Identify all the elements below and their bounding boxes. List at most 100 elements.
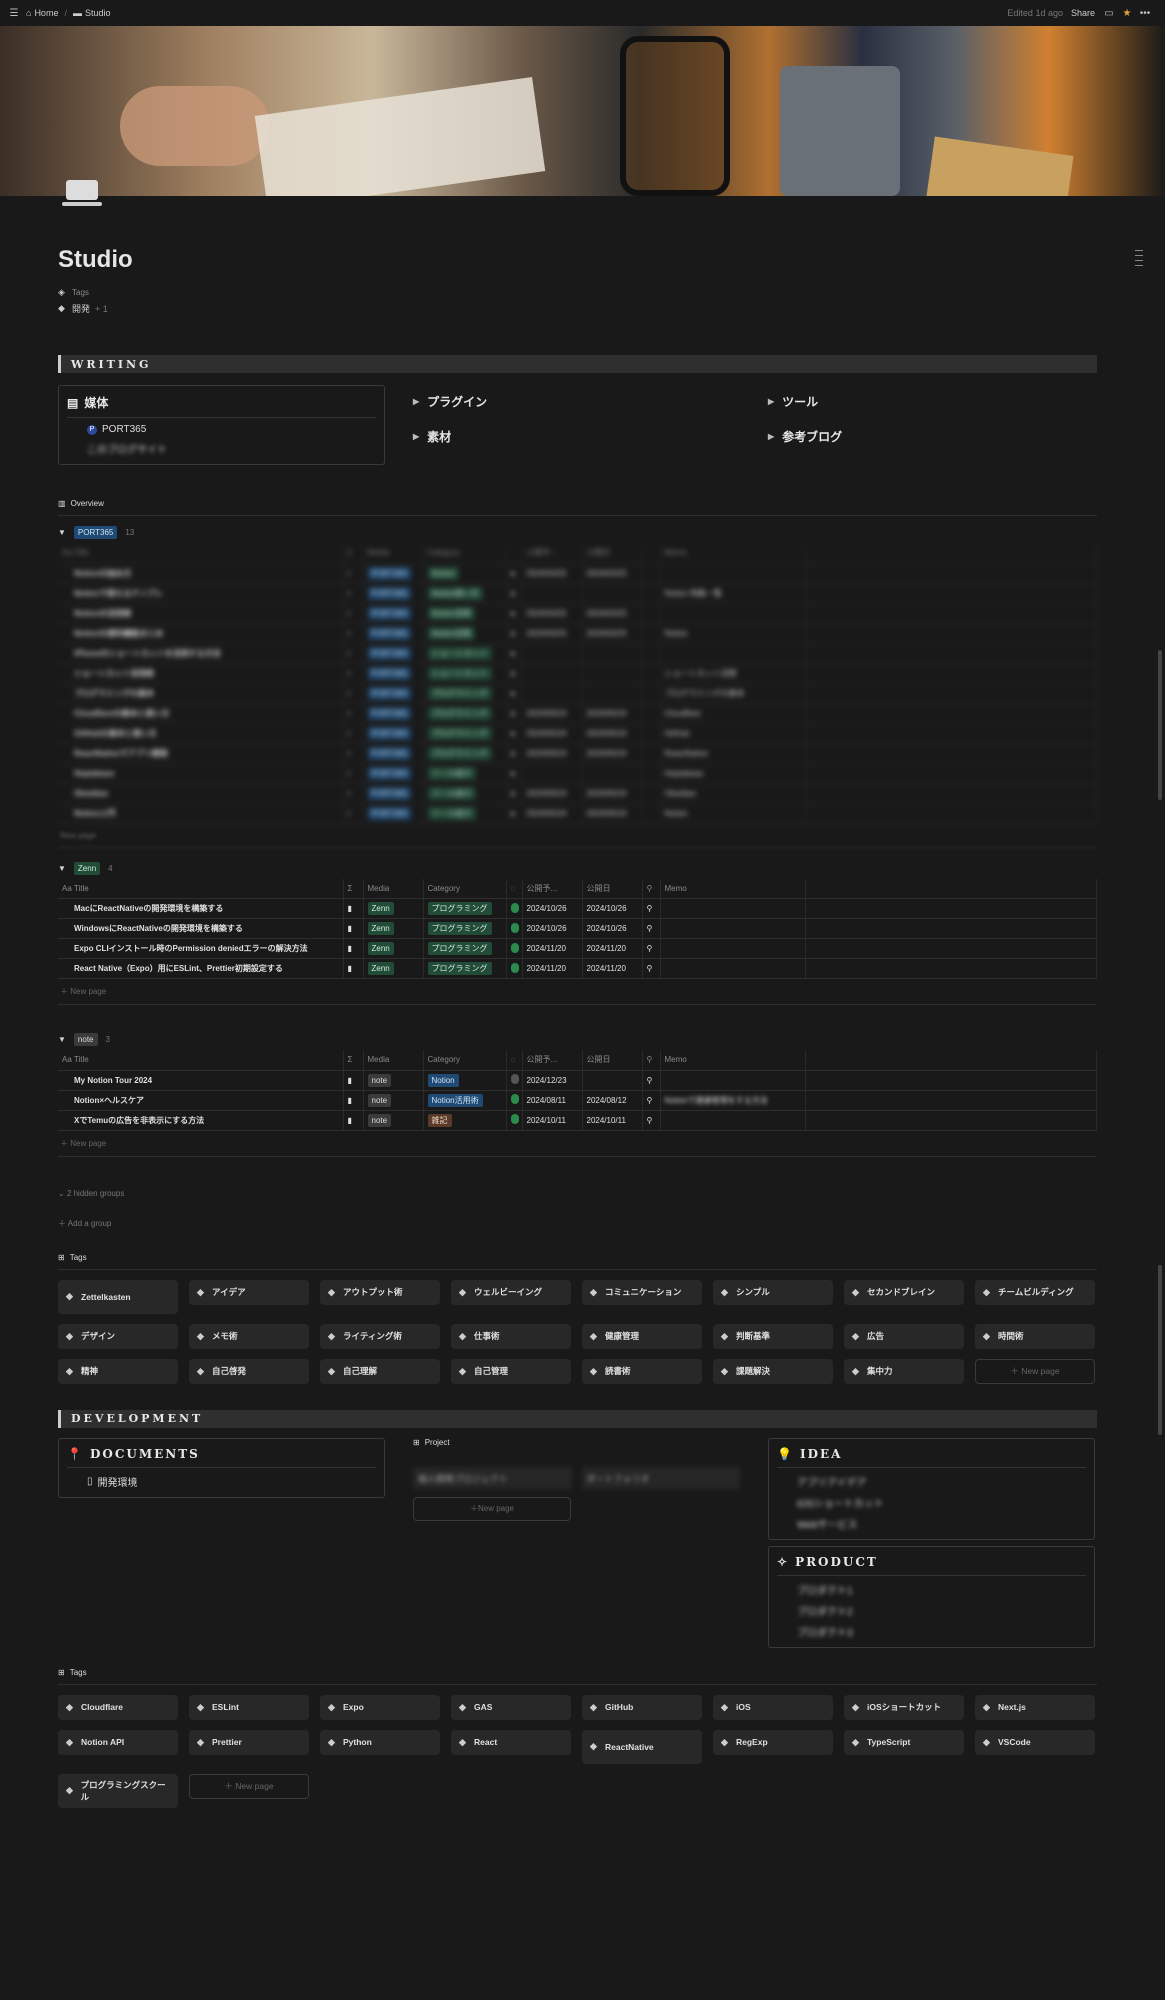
table-row[interactable]: GitHubの基本と使い方 ▪ PORT365 プログラミング ● 2024/05/24 2… [58, 723, 1097, 744]
table-row[interactable]: iPhoneのショートカットを活用する方法 ▪ PORT365 ショートカット ● [58, 643, 1097, 664]
product-link[interactable]: プロダクト1 [797, 1582, 1086, 1597]
table-row[interactable]: My Notion Tour 2024 ▮ note Notion 2024/12/23… [58, 1070, 1097, 1091]
media-link[interactable]: このブログサイト [87, 441, 376, 456]
tag-card[interactable]: ◆ iOSショートカット [844, 1694, 964, 1720]
row-title[interactable]: WindowsにReactNativeの開発環境を構築する [58, 918, 344, 939]
tag-card[interactable]: ◆ Prettier [189, 1729, 309, 1755]
tags-view-tab[interactable]: ⊞ Tags [58, 1253, 1097, 1270]
toggle-tools[interactable]: ▶ ツール [768, 393, 1095, 410]
toggle-plugin[interactable]: ▶ プラグイン [413, 393, 740, 410]
tag-card[interactable]: ◆ 自己啓発 [189, 1358, 309, 1384]
column-link[interactable]: ⚲ [642, 878, 661, 899]
column-memo[interactable]: Memo [660, 1050, 806, 1071]
column-category[interactable]: Category [423, 878, 507, 899]
tag-card[interactable]: ◆ GitHub [582, 1694, 702, 1720]
tag-card[interactable]: ◆ Python [320, 1729, 440, 1755]
column-media[interactable]: Media [363, 1050, 424, 1071]
link-icon[interactable]: ⚲ [642, 898, 661, 919]
tag-card[interactable]: ◆ デザイン [58, 1323, 178, 1349]
table-row[interactable]: ReactNativeでアプリ開発 ▪ PORT365 プログラミング ● 2024/05… [58, 743, 1097, 764]
tag-card[interactable]: ◆ ライティング術 [320, 1323, 440, 1349]
column-scheduled[interactable]: 公開予... [522, 1050, 583, 1071]
media-link[interactable]: P PORT365 [87, 424, 376, 435]
tag-card[interactable]: ◆ 判断基準 [713, 1323, 833, 1349]
new-page-button[interactable]: New page [58, 824, 1096, 848]
hidden-groups-toggle[interactable]: ⌄ 2 hidden groups [58, 1189, 1097, 1198]
table-row[interactable]: Heptabase ▪ PORT365 ツール紹介 ● Heptabase [58, 763, 1097, 784]
more-icon[interactable]: ••• [1139, 7, 1151, 19]
breadcrumb-page[interactable]: ▬ Studio [73, 8, 111, 18]
group-header-port365[interactable]: ▼ PORT365 13 [58, 526, 1097, 539]
tag-card[interactable]: ◆ iOS [713, 1694, 833, 1720]
table-row[interactable]: WindowsにReactNativeの開発環境を構築する ▮ Zenn プログラミン… [58, 918, 1097, 939]
column-media[interactable]: Media [363, 878, 424, 899]
product-link[interactable]: プロダクト3 [797, 1624, 1086, 1639]
table-row[interactable]: Notion×ヘルスケア ▮ note Notion活用術 2024/08/11 2024… [58, 1090, 1097, 1111]
idea-link[interactable]: Webサービス [797, 1516, 1086, 1531]
link-icon[interactable]: ⚲ [642, 918, 661, 939]
group-header-zenn[interactable]: ▼ Zenn 4 [58, 861, 1097, 875]
idea-link[interactable]: アプリアイデア [797, 1474, 1086, 1489]
link-icon[interactable]: ⚲ [642, 958, 661, 979]
row-title[interactable]: Expo CLIインストール時のPermission deniedエラーの解決方… [58, 938, 344, 959]
tag-card[interactable]: ◆ 課題解決 [713, 1358, 833, 1384]
tag-card[interactable]: ◆ 時間術 [975, 1323, 1095, 1349]
add-group-button[interactable]: ＋ Add a group [58, 1218, 1097, 1229]
link-icon[interactable]: ⚲ [642, 1090, 661, 1111]
table-row[interactable]: Notionの始め方 ▪ PORT365 Notion ● 2024/03/25 2024/… [58, 563, 1097, 584]
comment-icon[interactable]: ▭ [1103, 7, 1115, 19]
table-row[interactable]: Expo CLIインストール時のPermission deniedエラーの解決方… [58, 938, 1097, 959]
menu-icon[interactable]: ☰ [8, 7, 20, 19]
column-memo[interactable]: Memo [660, 878, 806, 899]
table-row[interactable]: Notionの活用術 ▪ PORT365 Notion活用 ● 2024/03/25 202… [58, 603, 1097, 624]
table-row[interactable]: React Native（Expo）用にESLint、Prettier初期設定す… [58, 958, 1097, 979]
tag-card[interactable]: ◆ Next.js [975, 1694, 1095, 1720]
tag-card[interactable]: ◆ 健康管理 [582, 1323, 702, 1349]
tag-card[interactable]: ◆ 仕事術 [451, 1323, 571, 1349]
link-icon[interactable]: ⚲ [642, 1070, 661, 1091]
tag-card[interactable]: ◆ コミュニケーション [582, 1279, 702, 1305]
toggle-material[interactable]: ▶ 素材 [413, 428, 740, 445]
tag-card[interactable]: ◆ チームビルディング [975, 1279, 1095, 1305]
project-card[interactable]: ポートフォリオ [581, 1466, 740, 1489]
group-header-note[interactable]: ▼ note 3 [58, 1033, 1097, 1046]
tag-card[interactable]: ◆ ReactNative [582, 1729, 702, 1764]
tag-card[interactable]: ◆ 集中力 [844, 1358, 964, 1384]
column-category[interactable]: Category [423, 1050, 507, 1071]
column-formula[interactable]: Σ [343, 1050, 364, 1071]
table-row[interactable]: プログラミングの基本 ▪ PORT365 プログラミング ● プログラミングの基本 [58, 683, 1097, 704]
row-title[interactable]: React Native（Expo）用にESLint、Prettier初期設定す… [58, 958, 344, 979]
tag-card[interactable]: ◆ セカンドブレイン [844, 1279, 964, 1305]
tag-card[interactable]: ◆ RegExp [713, 1729, 833, 1755]
project-card[interactable]: 個人開発プロジェクト [413, 1466, 572, 1489]
star-icon[interactable]: ★ [1121, 7, 1133, 19]
tag-card[interactable]: ◆ 読書術 [582, 1358, 702, 1384]
tag-card[interactable]: ◆ ウェルビーイング [451, 1279, 571, 1305]
column-published[interactable]: 公開日 [582, 1050, 643, 1071]
table-row[interactable]: ショートカット活用術 ▪ PORT365 ショートカット ● ショートカット活用 [58, 663, 1097, 684]
tag-card[interactable]: ◆ アイデア [189, 1279, 309, 1305]
row-title[interactable]: MacにReactNativeの開発環境を構築する [58, 898, 344, 919]
link-icon[interactable]: ⚲ [642, 938, 661, 959]
product-link[interactable]: プロダクト2 [797, 1603, 1086, 1618]
column-status[interactable]: ◌ [506, 1050, 523, 1071]
project-view-tab[interactable]: ⊞ Project [413, 1438, 740, 1447]
column-title[interactable]: Aa Title [58, 878, 344, 899]
tag-card[interactable]: ◆ メモ術 [189, 1323, 309, 1349]
table-row[interactable]: MacにReactNativeの開発環境を構築する ▮ Zenn プログラミング 202… [58, 898, 1097, 919]
tag-card[interactable]: ◆ ESLint [189, 1694, 309, 1720]
tag-card[interactable]: ◆ React [451, 1729, 571, 1755]
column-status[interactable]: ◌ [506, 878, 523, 899]
tag-card[interactable]: ◆ VSCode [975, 1729, 1095, 1755]
column-scheduled[interactable]: 公開予... [522, 878, 583, 899]
tag-card[interactable]: ◆ 自己管理 [451, 1358, 571, 1384]
column-link[interactable]: ⚲ [642, 1050, 661, 1071]
new-page-button[interactable]: ＋ New page [58, 979, 1096, 1005]
doc-link[interactable]: ▯ 開発環境 [87, 1474, 376, 1489]
new-page-button[interactable]: ＋ New page [413, 1496, 571, 1521]
tag-card[interactable]: ◆ シンプル [713, 1279, 833, 1305]
tag-card[interactable]: ◆ Zettelkasten [58, 1279, 178, 1314]
new-page-button[interactable]: ＋ New page [189, 1773, 309, 1799]
tags-property-value[interactable]: ◆ 開発 + 1 [58, 302, 1097, 315]
dev-tags-view-tab[interactable]: ⊞ Tags [58, 1668, 1097, 1685]
